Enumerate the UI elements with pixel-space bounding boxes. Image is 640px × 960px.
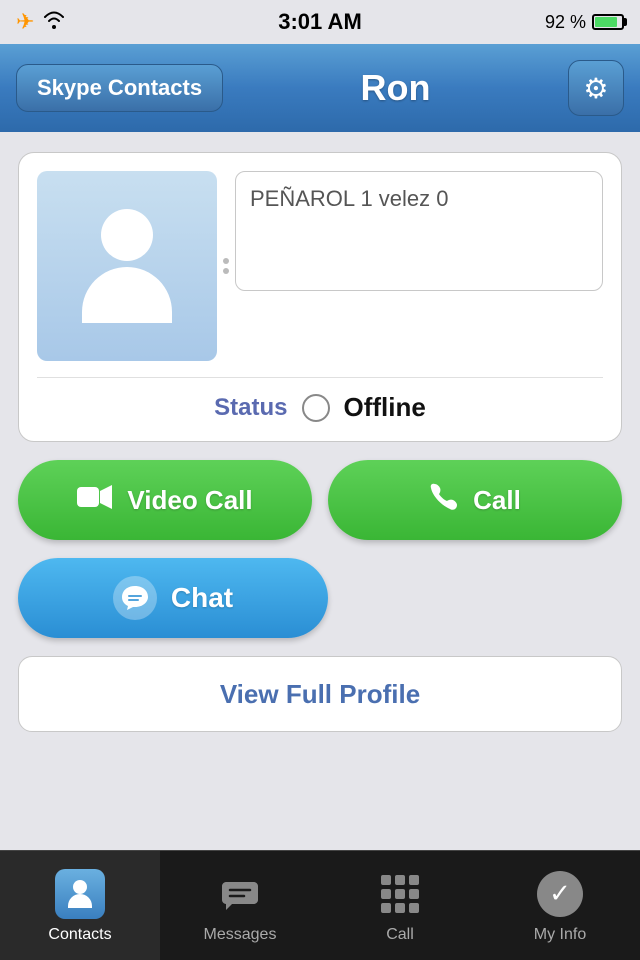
main-content: PEÑAROL 1 velez 0 Status Offline Video C… bbox=[0, 132, 640, 752]
my-info-tab-icon: ✓ bbox=[534, 868, 586, 920]
call-label: Call bbox=[473, 485, 521, 516]
tab-call[interactable]: Call bbox=[320, 851, 480, 960]
video-call-button[interactable]: Video Call bbox=[18, 460, 312, 540]
video-call-label: Video Call bbox=[127, 485, 252, 516]
wifi-icon bbox=[42, 11, 66, 34]
chat-bubble-icon bbox=[113, 576, 157, 620]
chat-button[interactable]: Chat bbox=[18, 558, 328, 638]
status-time: 3:01 AM bbox=[278, 9, 362, 35]
settings-button[interactable]: ⚙ bbox=[568, 60, 624, 116]
airplane-icon: ✈ bbox=[16, 9, 34, 35]
status-bar: ✈ 3:01 AM 92 % bbox=[0, 0, 640, 44]
messages-tab-label: Messages bbox=[204, 926, 277, 944]
tab-bar: Contacts Messages Call ✓ My Info bbox=[0, 850, 640, 960]
contacts-tab-label: Contacts bbox=[48, 926, 111, 944]
back-button[interactable]: Skype Contacts bbox=[16, 64, 223, 112]
status-message: PEÑAROL 1 velez 0 bbox=[235, 171, 603, 291]
my-info-tab-label: My Info bbox=[534, 926, 586, 944]
avatar bbox=[37, 171, 217, 361]
view-full-profile-button[interactable]: View Full Profile bbox=[18, 656, 622, 732]
status-label: Status bbox=[214, 394, 287, 422]
battery-icon bbox=[592, 14, 624, 30]
nav-title: Ron bbox=[361, 67, 431, 109]
view-full-profile-label: View Full Profile bbox=[220, 679, 420, 710]
profile-card: PEÑAROL 1 velez 0 Status Offline bbox=[18, 152, 622, 442]
action-buttons-row: Video Call Call bbox=[18, 460, 622, 540]
video-icon bbox=[77, 484, 113, 517]
status-value: Offline bbox=[344, 392, 426, 423]
call-button[interactable]: Call bbox=[328, 460, 622, 540]
battery-percentage: 92 % bbox=[545, 12, 586, 33]
status-indicator bbox=[302, 394, 330, 422]
gear-icon: ⚙ bbox=[583, 72, 608, 105]
phone-icon bbox=[429, 482, 459, 519]
contacts-tab-icon bbox=[54, 868, 106, 920]
tab-my-info[interactable]: ✓ My Info bbox=[480, 851, 640, 960]
tab-contacts[interactable]: Contacts bbox=[0, 851, 160, 960]
call-tab-icon bbox=[374, 868, 426, 920]
nav-bar: Skype Contacts Ron ⚙ bbox=[0, 44, 640, 132]
call-tab-label: Call bbox=[386, 926, 414, 944]
messages-tab-icon bbox=[214, 868, 266, 920]
chat-label: Chat bbox=[171, 582, 233, 614]
tab-messages[interactable]: Messages bbox=[160, 851, 320, 960]
